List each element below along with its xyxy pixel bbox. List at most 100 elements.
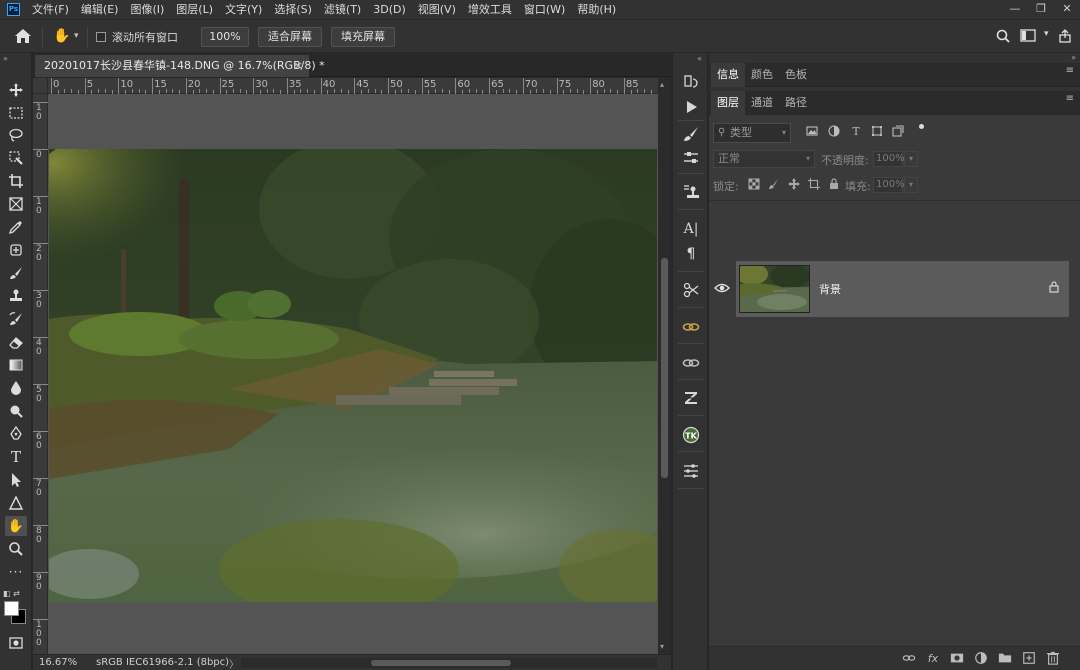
menu-plugins[interactable]: 增效工具 — [462, 0, 518, 19]
menu-edit[interactable]: 编辑(E) — [75, 0, 125, 19]
actions-panel-icon[interactable] — [680, 96, 702, 118]
menu-type[interactable]: 文字(Y) — [219, 0, 268, 19]
menu-view[interactable]: 视图(V) — [412, 0, 462, 19]
menu-image[interactable]: 图像(I) — [124, 0, 170, 19]
layer-filter-select[interactable]: ⚲ 类型 ▾ — [713, 123, 791, 143]
menu-filter[interactable]: 滤镜(T) — [318, 0, 367, 19]
tool-presets-icon[interactable] — [680, 279, 702, 301]
menu-help[interactable]: 帮助(H) — [571, 0, 622, 19]
lock-position-icon[interactable] — [787, 178, 801, 192]
menu-window[interactable]: 窗口(W) — [518, 0, 571, 19]
brushes-panel-icon[interactable] — [680, 147, 702, 169]
lock-pixels-icon[interactable] — [767, 178, 781, 192]
hand-tool-preset-icon[interactable]: ✋ — [53, 28, 70, 44]
quick-mask-icon[interactable] — [5, 633, 27, 653]
horizontal-ruler[interactable]: 0 5 10 15 20 25 30 35 40 45 50 55 60 65 70 75 80 85 — [48, 78, 658, 94]
filter-toggle-icon[interactable] — [919, 124, 924, 129]
scroll-down-icon[interactable]: ▾ — [660, 642, 664, 651]
path-select-icon[interactable] — [5, 470, 27, 490]
panel-menu-icon[interactable]: ≡ — [1066, 94, 1074, 104]
plugin-link-gold-icon[interactable] — [680, 316, 702, 338]
add-mask-icon[interactable] — [949, 651, 965, 667]
more-tools-icon[interactable]: ··· — [5, 562, 27, 582]
eye-icon[interactable] — [714, 281, 730, 295]
blur-icon[interactable] — [5, 378, 27, 398]
adjustments-panel-icon[interactable] — [680, 460, 702, 482]
filter-adjustment-icon[interactable] — [827, 125, 841, 139]
fill-screen-button[interactable]: 填充屏幕 — [331, 27, 395, 47]
frame-icon[interactable] — [5, 194, 27, 214]
blend-mode-select[interactable]: 正常 ▾ — [713, 150, 815, 168]
fit-screen-button[interactable]: 适合屏幕 — [258, 27, 322, 47]
vertical-ruler[interactable]: 1 0 0 1 0 2 0 3 0 4 0 5 0 6 0 7 0 8 0 9 0 1 0 0 — [33, 94, 48, 654]
chevron-down-icon[interactable]: ▾ — [904, 177, 918, 193]
expand-panels-icon[interactable]: « — [697, 54, 702, 63]
document-tab[interactable]: 20201017长沙县春华镇-148.DNG @ 16.7%(RGB/8) * … — [35, 55, 325, 77]
dodge-icon[interactable] — [5, 401, 27, 421]
vertical-scroll-thumb[interactable] — [661, 258, 668, 478]
tab-color[interactable]: 颜色 — [745, 63, 779, 87]
clone-stamp-icon[interactable] — [5, 286, 27, 306]
collapse-toolbar-icon[interactable]: » — [3, 54, 8, 63]
new-layer-icon[interactable] — [1021, 651, 1037, 667]
collapse-panels-icon[interactable]: » — [1071, 53, 1076, 62]
marquee-icon[interactable] — [5, 103, 27, 123]
status-menu-icon[interactable]: 〉 — [229, 656, 239, 670]
filter-smart-object-icon[interactable] — [891, 125, 905, 139]
filter-pixel-icon[interactable] — [805, 125, 819, 139]
restore-button[interactable]: ❐ — [1028, 0, 1054, 19]
scroll-up-icon[interactable]: ▴ — [660, 80, 664, 89]
eraser-icon[interactable] — [5, 332, 27, 352]
plugin-tk-icon[interactable]: TK — [680, 424, 702, 446]
new-group-icon[interactable] — [997, 651, 1013, 667]
chevron-down-icon[interactable]: ▾ — [1044, 29, 1049, 39]
gradient-icon[interactable] — [5, 355, 27, 375]
workspace-icon[interactable] — [1020, 29, 1036, 45]
menu-file[interactable]: 文件(F) — [26, 0, 75, 19]
quick-select-icon[interactable] — [5, 148, 27, 168]
type-icon[interactable]: T — [5, 447, 27, 467]
eyedropper-icon[interactable] — [5, 217, 27, 237]
fill-input[interactable]: 100% — [873, 177, 905, 193]
tab-layers[interactable]: 图层 — [711, 91, 745, 115]
paragraph-panel-icon[interactable]: ¶ — [680, 243, 702, 265]
chevron-down-icon[interactable]: ▾ — [74, 31, 79, 41]
minimize-button[interactable]: — — [1002, 0, 1028, 19]
adjustment-layer-icon[interactable] — [973, 651, 989, 667]
share-icon[interactable] — [1058, 29, 1072, 46]
delete-layer-icon[interactable] — [1045, 651, 1061, 667]
lasso-icon[interactable] — [5, 125, 27, 145]
menu-3d[interactable]: 3D(D) — [367, 0, 412, 19]
history-panel-icon[interactable] — [680, 71, 702, 93]
shape-icon[interactable] — [5, 493, 27, 513]
plugin-z-icon[interactable] — [680, 387, 702, 409]
document-image[interactable] — [49, 149, 657, 602]
ruler-origin[interactable] — [33, 78, 48, 94]
scroll-all-windows-checkbox[interactable] — [96, 32, 106, 42]
home-icon[interactable] — [14, 28, 32, 44]
opacity-input[interactable]: 100% — [873, 151, 905, 167]
character-panel-icon[interactable]: A| — [680, 218, 702, 240]
zoom-icon[interactable] — [5, 539, 27, 559]
horizontal-scrollbar[interactable] — [241, 658, 657, 668]
clone-source-icon[interactable] — [680, 181, 702, 203]
layer-style-icon[interactable]: fx — [925, 651, 941, 667]
foreground-color-swatch[interactable] — [4, 601, 19, 616]
plugin-link-gray-icon[interactable] — [680, 352, 702, 374]
default-colors-icon[interactable]: ◧ ⇄ — [3, 589, 20, 598]
filter-type-icon[interactable]: T — [849, 125, 863, 139]
zoom-level[interactable]: 16.67% — [39, 657, 77, 668]
move-icon[interactable] — [5, 80, 27, 100]
layer-row[interactable]: 背景 — [714, 261, 1069, 317]
link-layers-icon[interactable] — [901, 651, 917, 667]
lock-transparent-icon[interactable] — [747, 178, 761, 192]
horizontal-scroll-thumb[interactable] — [371, 660, 511, 666]
hand-icon[interactable]: ✋ — [5, 516, 27, 536]
lock-artboard-icon[interactable] — [807, 178, 821, 192]
panel-menu-icon[interactable]: ≡ — [1066, 66, 1074, 76]
menu-select[interactable]: 选择(S) — [268, 0, 318, 19]
lock-icon[interactable] — [1049, 281, 1059, 293]
tab-info[interactable]: 信息 — [711, 63, 745, 87]
chevron-down-icon[interactable]: ▾ — [904, 151, 918, 167]
history-brush-icon[interactable] — [5, 309, 27, 329]
